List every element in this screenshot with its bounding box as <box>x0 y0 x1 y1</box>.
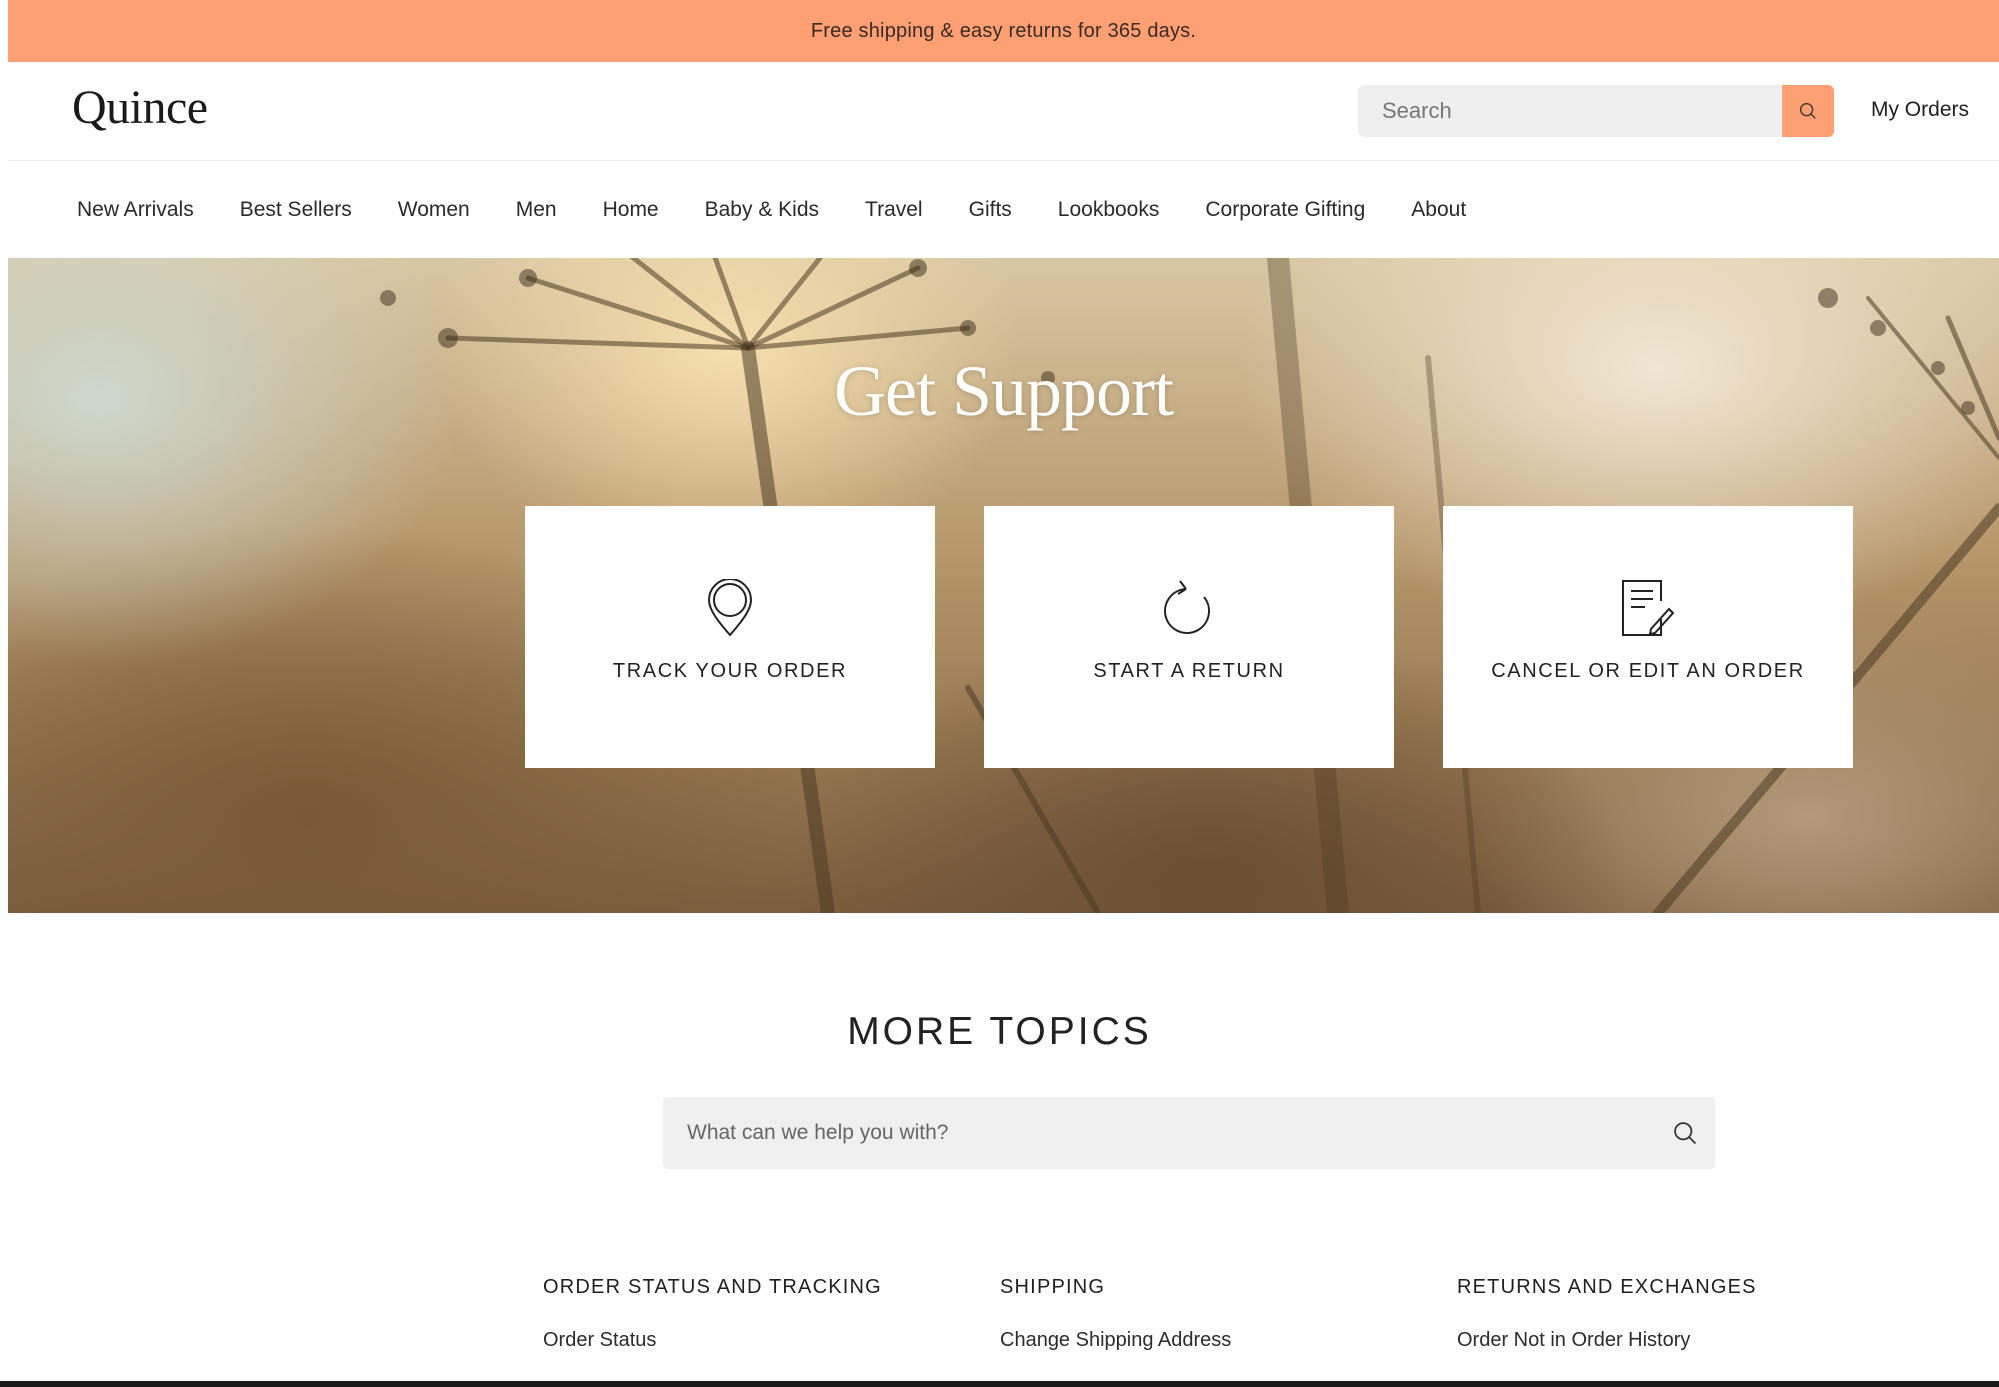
my-orders-link[interactable]: My Orders <box>1871 98 1969 122</box>
return-arrow-icon <box>1164 580 1211 634</box>
track-order-card[interactable]: TRACK YOUR ORDER <box>525 506 935 768</box>
search-input[interactable] <box>1358 85 1782 137</box>
help-search-button[interactable] <box>1655 1097 1715 1169</box>
start-return-card[interactable]: START A RETURN <box>984 506 1394 768</box>
topic-column-shipping: SHIPPING Change Shipping Address <box>1000 1276 1231 1352</box>
topic-column-title: RETURNS AND EXCHANGES <box>1457 1276 1757 1298</box>
logo[interactable]: Quince <box>72 80 208 135</box>
nav-item-men[interactable]: Men <box>516 198 557 222</box>
cancel-edit-order-label: CANCEL OR EDIT AN ORDER <box>1491 660 1805 682</box>
nav-item-women[interactable]: Women <box>398 198 470 222</box>
nav-item-lookbooks[interactable]: Lookbooks <box>1058 198 1160 222</box>
promo-text: Free shipping & easy returns for 365 day… <box>810 19 1197 42</box>
promo-bar: Free shipping & easy returns for 365 day… <box>8 0 1999 62</box>
topic-column-title: ORDER STATUS AND TRACKING <box>543 1276 882 1298</box>
topic-link[interactable]: Change Shipping Address <box>1000 1329 1231 1352</box>
search-button[interactable] <box>1782 85 1834 137</box>
nav-item-best-sellers[interactable]: Best Sellers <box>240 198 352 222</box>
nav-item-travel[interactable]: Travel <box>865 198 923 222</box>
location-pin-icon <box>707 579 753 637</box>
help-search-input[interactable] <box>663 1097 1655 1169</box>
nav-item-new-arrivals[interactable]: New Arrivals <box>77 198 194 222</box>
site-header: Quince My Orders <box>8 62 1999 161</box>
topic-column-returns: RETURNS AND EXCHANGES Order Not in Order… <box>1457 1276 1757 1352</box>
nav-item-corporate-gifting[interactable]: Corporate Gifting <box>1205 198 1365 222</box>
help-search <box>663 1097 1715 1169</box>
cancel-edit-order-card[interactable]: CANCEL OR EDIT AN ORDER <box>1443 506 1853 768</box>
nav-item-gifts[interactable]: Gifts <box>969 198 1012 222</box>
nav-item-baby-kids[interactable]: Baby & Kids <box>705 198 819 222</box>
topic-column-title: SHIPPING <box>1000 1276 1106 1298</box>
main-nav: New Arrivals Best Sellers Women Men Home… <box>8 161 1999 258</box>
topic-link[interactable]: Order Status <box>543 1329 882 1352</box>
search-icon <box>1799 102 1816 119</box>
track-order-label: TRACK YOUR ORDER <box>612 660 848 682</box>
nav-item-about[interactable]: About <box>1411 198 1466 222</box>
header-search <box>1358 85 1834 137</box>
topic-column-order-status: ORDER STATUS AND TRACKING Order Status <box>543 1276 882 1352</box>
page: Free shipping & easy returns for 365 day… <box>0 0 1999 1387</box>
hero-banner: Get Support TRACK YOUR ORDER START A RET… <box>8 258 1999 913</box>
bottom-edge <box>0 1381 1999 1387</box>
page-title: Get Support <box>834 351 1174 431</box>
edit-document-icon <box>1622 580 1675 636</box>
nav-item-home[interactable]: Home <box>603 198 659 222</box>
more-topics-title: MORE TOPICS <box>847 1010 1152 1053</box>
search-icon <box>1674 1122 1697 1145</box>
topic-link[interactable]: Order Not in Order History <box>1457 1329 1757 1352</box>
start-return-label: START A RETURN <box>1093 660 1285 682</box>
